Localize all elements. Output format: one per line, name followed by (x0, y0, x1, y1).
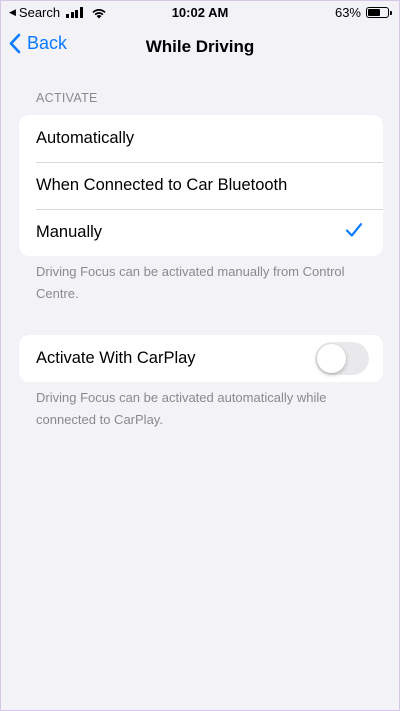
option-label: When Connected to Car Bluetooth (36, 176, 288, 194)
battery-percent: 63% (334, 5, 361, 20)
status-bar: ◀ Search 10:02 AM 63% (1, 1, 399, 25)
checkmark-icon (345, 223, 363, 237)
battery-fill (368, 9, 380, 16)
option-automatically[interactable]: Automatically (19, 115, 383, 162)
battery-icon (366, 7, 392, 18)
navigation-bar: Back While Driving (1, 27, 399, 67)
activate-footnote: Driving Focus can be activated manually … (36, 264, 345, 301)
screen: ◀ Search 10:02 AM 63% Back While Driving… (0, 0, 400, 711)
option-label: Manually (36, 223, 103, 241)
carplay-row: Activate With CarPlay (19, 335, 383, 382)
carplay-toggle[interactable] (315, 342, 369, 375)
option-label: Automatically (36, 129, 135, 147)
carplay-group: Activate With CarPlay (19, 335, 383, 382)
activate-section-header: ACTIVATE (36, 91, 98, 105)
page-title: While Driving (145, 37, 255, 56)
activate-options-group: Automatically When Connected to Car Blue… (19, 115, 383, 256)
option-car-bluetooth[interactable]: When Connected to Car Bluetooth (19, 162, 383, 209)
battery-status: 63% (334, 5, 392, 20)
carplay-label: Activate With CarPlay (36, 349, 196, 367)
option-manually[interactable]: Manually (19, 209, 383, 256)
toggle-knob (317, 344, 346, 373)
carplay-footnote: Driving Focus can be activated automatic… (36, 390, 327, 427)
